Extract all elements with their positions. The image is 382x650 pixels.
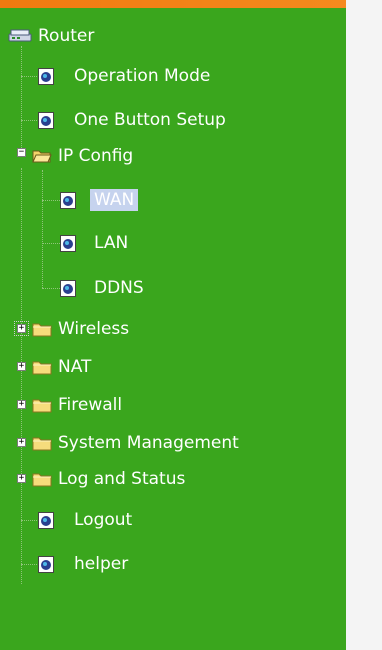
tree-folder-ip-config[interactable]: IP Config [32, 142, 133, 170]
tree-connector [21, 46, 22, 152]
expand-toggle-log-and-status[interactable]: + [17, 474, 26, 483]
tree-item-helper[interactable]: helper [38, 550, 128, 578]
tree-connector [21, 564, 39, 565]
tree-folder-label: Firewall [58, 395, 123, 415]
tree-folder-nat[interactable]: NAT [32, 353, 91, 381]
tree-item-one-button-setup[interactable]: One Button Setup [38, 106, 226, 134]
tree-folder-firewall[interactable]: Firewall [32, 391, 122, 419]
tree-item-label: helper [74, 554, 129, 574]
page-icon [60, 234, 76, 252]
expand-toggle-firewall[interactable]: + [17, 400, 26, 409]
tree-connector [21, 520, 39, 521]
folder-closed-icon [32, 323, 52, 337]
page-icon [60, 191, 76, 209]
tree-item-ddns[interactable]: DDNS [60, 274, 144, 302]
page-icon [38, 111, 54, 129]
tree-connector [21, 76, 39, 77]
tree-root-router[interactable]: Router [8, 22, 94, 50]
tree-item-label: LAN [94, 233, 129, 253]
tree-folder-label: System Management [58, 433, 239, 453]
tree-connector [42, 288, 60, 289]
tree-connector [21, 120, 39, 121]
tree-item-label: Operation Mode [74, 66, 211, 86]
router-icon [8, 29, 32, 42]
tree-item-logout[interactable]: Logout [38, 506, 132, 534]
tree-item-lan[interactable]: LAN [60, 229, 128, 257]
folder-closed-icon [32, 361, 52, 375]
tree-folder-label: IP Config [58, 146, 134, 166]
page-icon [38, 67, 54, 85]
tree-item-wan[interactable]: WAN [60, 186, 139, 214]
tree-connector [21, 168, 22, 584]
expand-toggle-nat[interactable]: + [17, 362, 26, 371]
tree-folder-label: Wireless [58, 319, 130, 339]
tree-connector [42, 200, 60, 201]
folder-closed-icon [32, 399, 52, 413]
tree-item-operation-mode[interactable]: Operation Mode [38, 62, 210, 90]
tree-item-label: Logout [74, 510, 133, 530]
tree-folder-system-management[interactable]: System Management [32, 429, 239, 457]
collapse-toggle-ip-config[interactable]: − [17, 148, 26, 157]
tree-folder-wireless[interactable]: Wireless [32, 315, 129, 343]
tree-item-label: One Button Setup [74, 110, 226, 130]
page-icon [38, 555, 54, 573]
tree-connector [42, 170, 43, 288]
navigation-tree: Router Operation Mode One Button Setup − [0, 8, 346, 650]
expand-toggle-wireless[interactable]: + [14, 321, 29, 336]
tree-folder-log-and-status[interactable]: Log and Status [32, 465, 185, 493]
tree-item-label-selected: WAN [90, 189, 139, 211]
folder-closed-icon [32, 473, 52, 487]
tree-root-label: Router [38, 26, 95, 46]
expand-toggle-system-management[interactable]: + [17, 438, 26, 447]
tree-folder-label: Log and Status [58, 469, 186, 489]
top-accent-bar [0, 0, 346, 8]
folder-closed-icon [32, 437, 52, 451]
right-margin [346, 0, 382, 650]
folder-open-icon [32, 150, 52, 163]
navigation-frame: Router Operation Mode One Button Setup − [0, 0, 382, 650]
tree-connector [42, 243, 60, 244]
tree-item-label: DDNS [94, 278, 144, 298]
tree-folder-label: NAT [58, 357, 92, 377]
page-icon [60, 279, 76, 297]
page-icon [38, 511, 54, 529]
